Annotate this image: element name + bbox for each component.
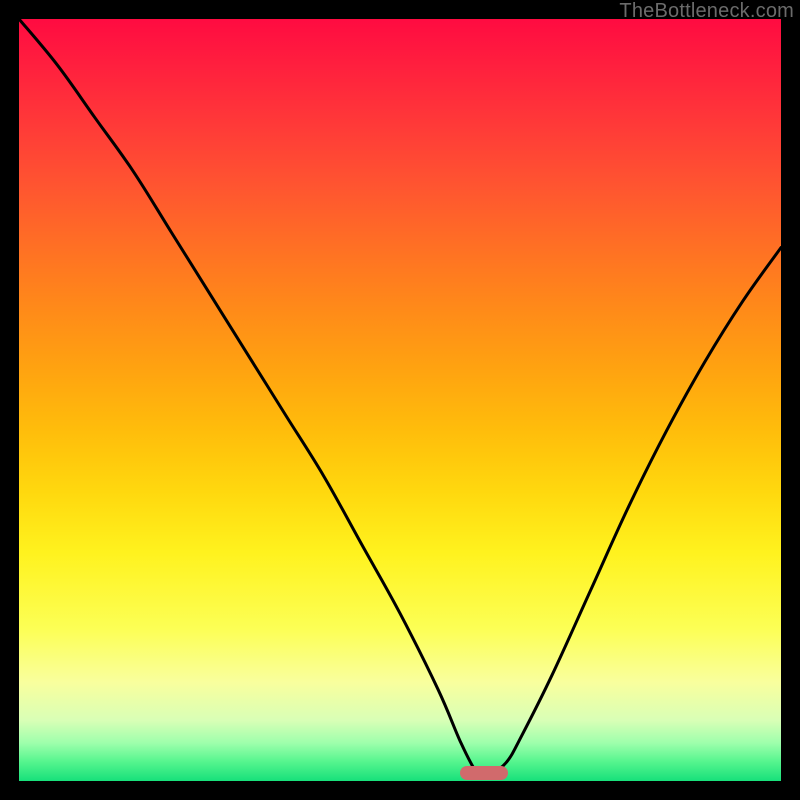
chart-frame: TheBottleneck.com (0, 0, 800, 800)
plot-area (19, 19, 781, 781)
bottleneck-curve (19, 19, 781, 775)
curve-layer (19, 19, 781, 781)
minimum-marker (460, 766, 508, 780)
watermark-text: TheBottleneck.com (619, 0, 794, 23)
